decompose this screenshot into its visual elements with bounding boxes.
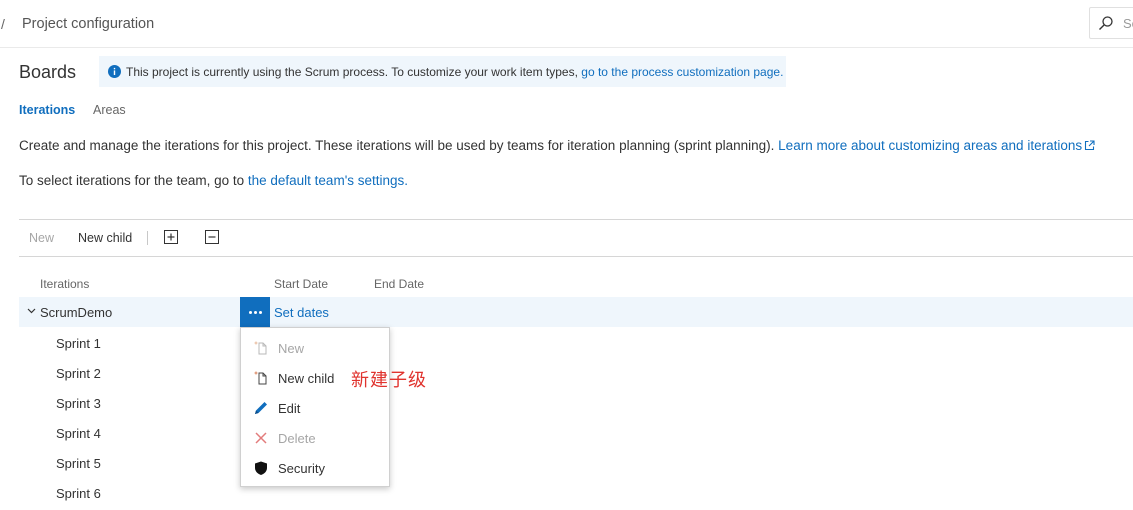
page-title: Boards: [19, 62, 77, 82]
column-header-iterations: Iterations: [40, 277, 90, 291]
external-link-icon: [1085, 140, 1095, 151]
delete-x-icon: [255, 432, 267, 444]
tree-row-sprint[interactable]: Sprint 5: [56, 456, 101, 471]
search-input[interactable]: Se: [1123, 16, 1133, 31]
chevron-down-icon[interactable]: [27, 308, 36, 314]
tab-areas[interactable]: Areas: [93, 103, 126, 117]
description-line-1: Create and manage the iterations for thi…: [19, 138, 1095, 153]
context-menu: New New child Edit Delete Security: [240, 327, 390, 487]
tab-iterations[interactable]: Iterations: [19, 103, 75, 117]
process-customization-link[interactable]: go to the process customization page.: [581, 65, 783, 79]
new-item-icon: [254, 341, 267, 355]
tree-row-sprint[interactable]: Sprint 3: [56, 396, 101, 411]
learn-more-link[interactable]: Learn more about customizing areas and i…: [778, 138, 1082, 153]
expand-all-icon[interactable]: [164, 230, 178, 244]
collapse-all-icon[interactable]: [205, 230, 219, 244]
tree-root-label: ScrumDemo: [40, 305, 113, 320]
set-dates-link[interactable]: Set dates: [274, 305, 329, 320]
new-child-icon: [254, 371, 267, 385]
tree-row-sprint[interactable]: Sprint 1: [56, 336, 101, 351]
menu-item-security[interactable]: Security: [241, 453, 389, 483]
tree-row-sprint[interactable]: Sprint 4: [56, 426, 101, 441]
tree-row-root[interactable]: ScrumDemo Set dates: [19, 297, 1133, 327]
info-text: This project is currently using the Scru…: [126, 65, 784, 79]
info-bar: This project is currently using the Scru…: [99, 56, 786, 87]
column-header-end-date: End Date: [374, 277, 425, 291]
toolbar-new-child-button[interactable]: New child: [78, 231, 132, 245]
toolbar-new-button[interactable]: New: [29, 231, 54, 245]
breadcrumb-separator: /: [1, 16, 5, 32]
description-line-2: To select iterations for the team, go to…: [19, 173, 409, 188]
search-box[interactable]: Se: [1089, 7, 1133, 39]
menu-item-delete[interactable]: Delete: [241, 423, 389, 453]
shield-icon: [255, 461, 267, 475]
menu-item-edit[interactable]: Edit: [241, 393, 389, 423]
info-icon: [108, 65, 121, 78]
search-icon: [1099, 16, 1113, 30]
top-bar: / Project configuration Se: [0, 0, 1133, 48]
divider: [19, 219, 1133, 220]
pencil-icon: [255, 402, 267, 414]
toolbar-separator: [147, 231, 148, 245]
more-actions-button[interactable]: [240, 297, 270, 327]
annotation-label: 新建子级: [351, 370, 427, 391]
team-settings-link[interactable]: the default team's settings.: [248, 173, 408, 188]
menu-item-new[interactable]: New: [241, 333, 389, 363]
breadcrumb-title[interactable]: Project configuration: [22, 16, 154, 32]
divider: [19, 256, 1133, 257]
column-header-start-date: Start Date: [274, 277, 329, 291]
tree-row-sprint[interactable]: Sprint 6: [56, 486, 101, 501]
tree-row-sprint[interactable]: Sprint 2: [56, 366, 101, 381]
